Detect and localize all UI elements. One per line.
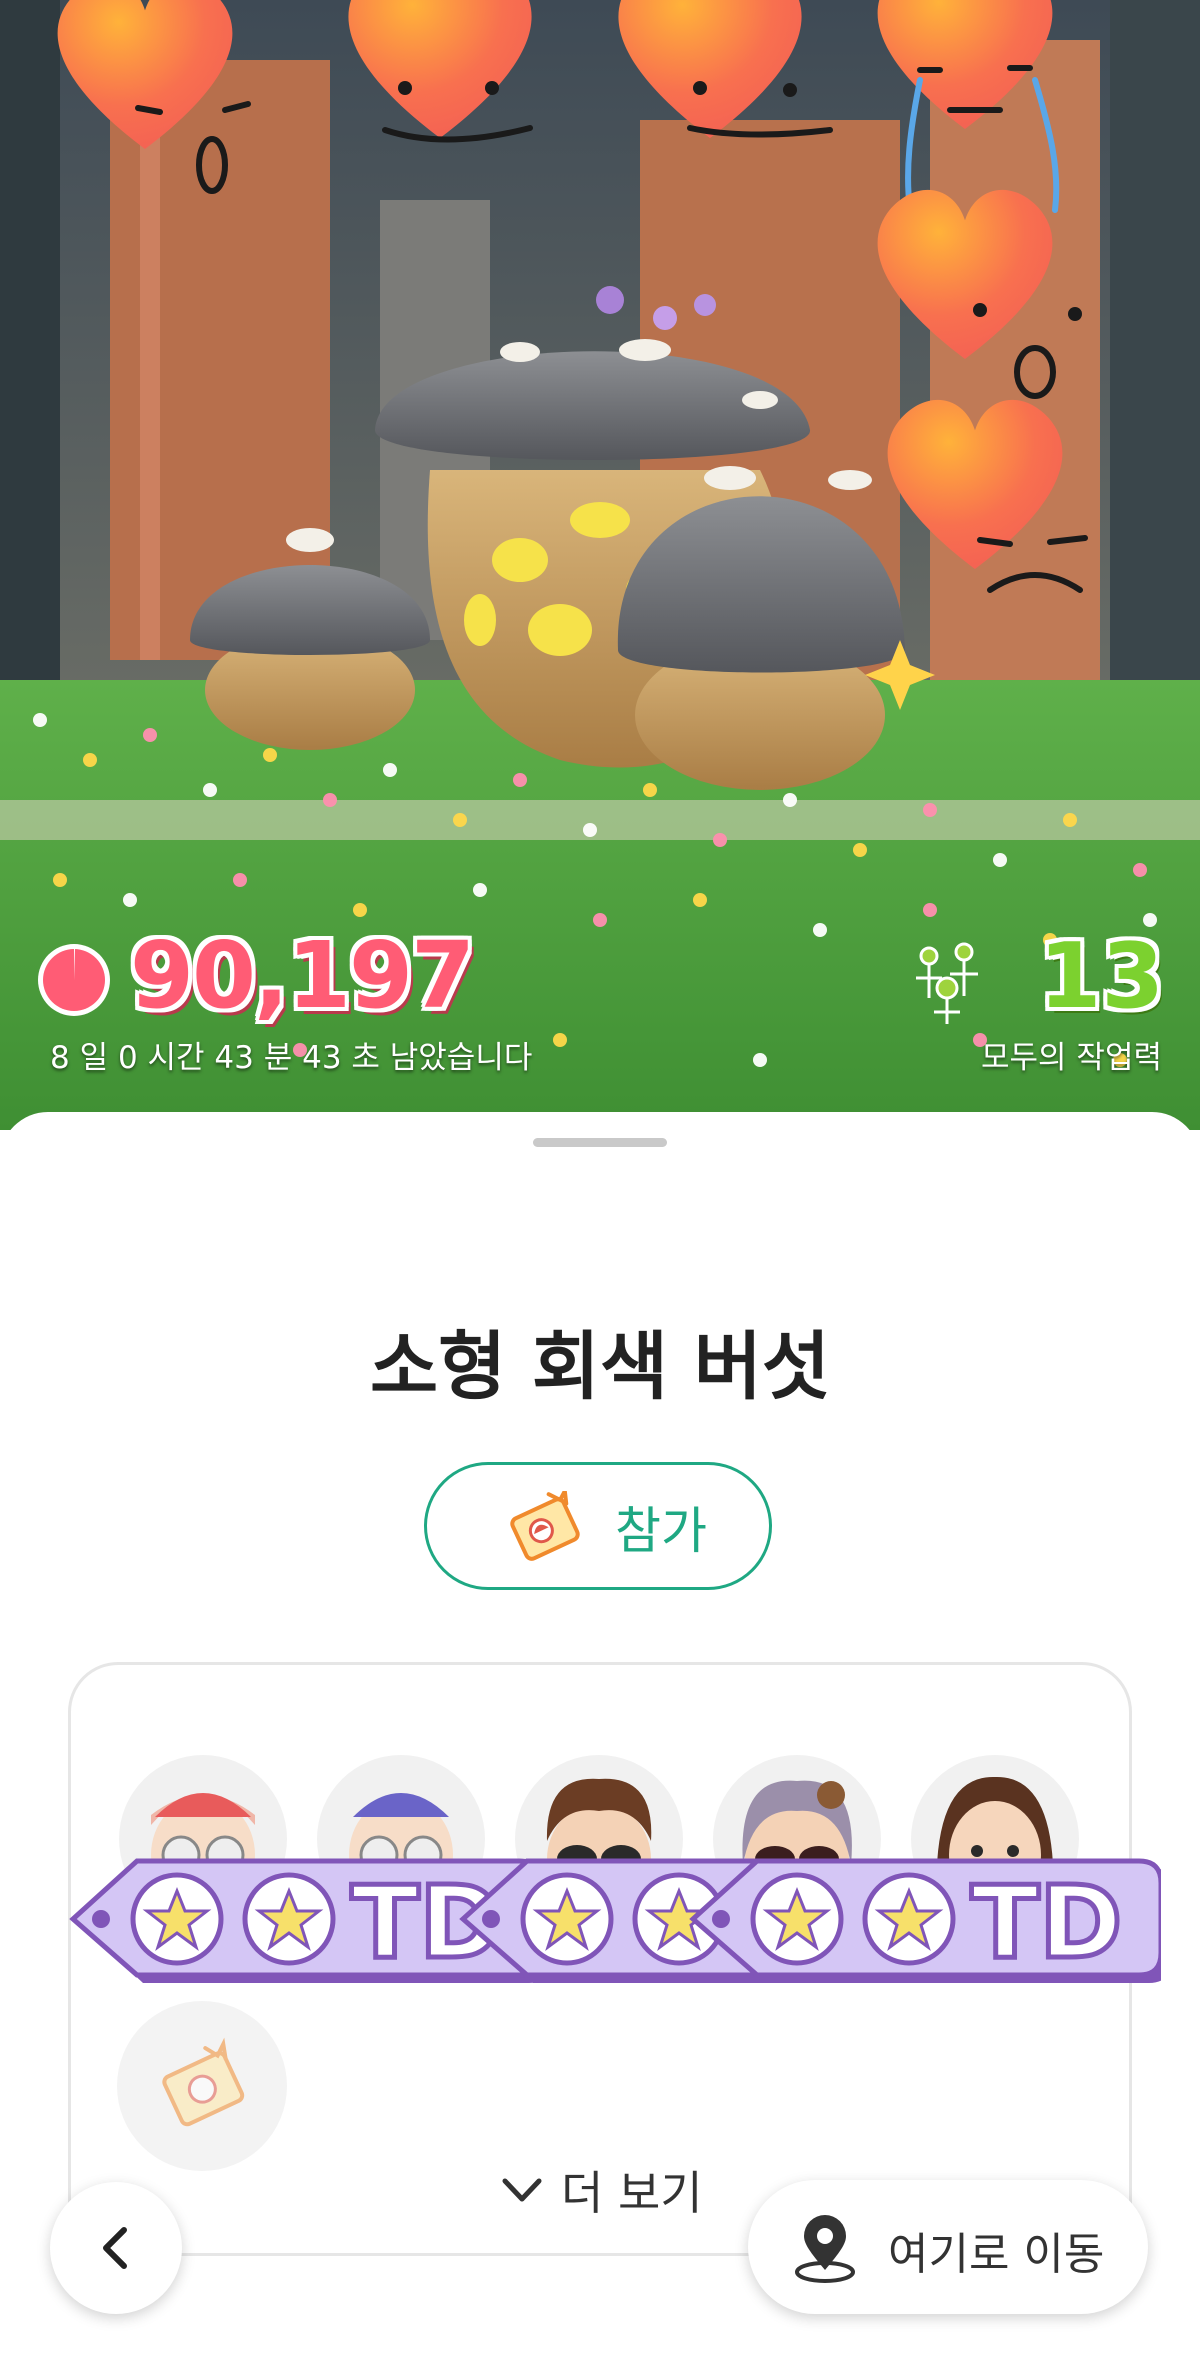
time-remaining: 8 일 0 시간 43 분 43 초 남았습니다 [50, 1040, 533, 1076]
empty-participant-slot[interactable] [117, 2001, 287, 2171]
energy-value: 90,197 [130, 922, 475, 1029]
participants-card: TD TD 더 보기 [68, 1662, 1161, 2256]
worker-count: 13 [1038, 924, 1164, 1029]
chevron-left-icon [103, 2227, 127, 2269]
join-label: 참가 [615, 1502, 707, 1560]
td-tag-text: TD [971, 1864, 1122, 1981]
td-tag-sticker: TD [689, 1858, 1161, 1984]
back-button[interactable] [50, 2182, 182, 2314]
mushroom-scene: 90,197 8 일 0 시간 43 분 43 초 남았습니다 13 모두의 작… [0, 0, 1200, 1130]
navigate-here-label: 여기로 이동 [888, 2229, 1105, 2280]
worker-label: 모두의 작업력 [981, 1040, 1162, 1076]
navigate-here-button[interactable]: 여기로 이동 [748, 2180, 1148, 2314]
join-button[interactable]: 참가 [424, 1462, 772, 1590]
details-sheet: 소형 회색 버섯 참가 TD TD 더 보기 [0, 1112, 1200, 2365]
show-more-label: 더 보기 [561, 2166, 703, 2220]
chevron-down-icon [502, 2178, 542, 2202]
pie-timer-icon [38, 944, 110, 1016]
mushroom-title: 소형 회색 버섯 [369, 1324, 830, 1410]
sheet-grabber[interactable] [533, 1138, 667, 1147]
mushroom-ticket-icon [162, 2037, 245, 2127]
td-tag-stickers: TD TD [69, 1858, 1161, 1984]
location-pin-icon [795, 2215, 855, 2283]
worker-hud: 13 모두의 작업력 [904, 924, 1164, 1082]
pikmin-icon [916, 942, 978, 1024]
mushroom-ticket-icon [510, 1491, 580, 1561]
